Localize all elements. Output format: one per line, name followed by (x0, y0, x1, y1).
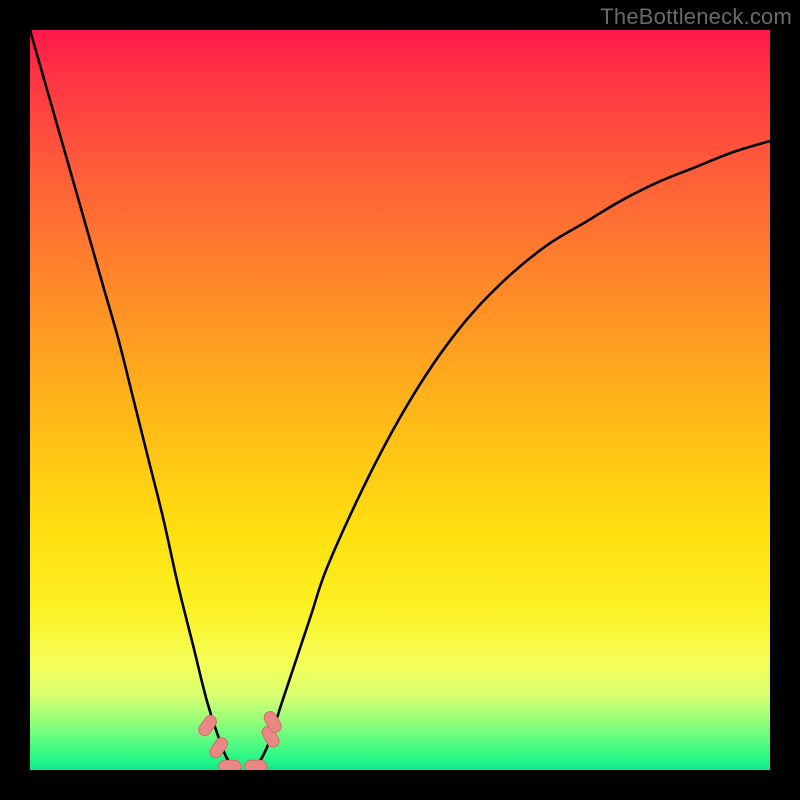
watermark-text: TheBottleneck.com (600, 4, 792, 30)
curve-marker (245, 760, 267, 770)
curve-marker (262, 709, 283, 734)
chart-frame: TheBottleneck.com (0, 0, 800, 800)
curve-marker (207, 735, 229, 760)
curve-marker (219, 760, 241, 770)
curve-marker (196, 713, 218, 738)
plot-area (30, 30, 770, 770)
bottleneck-curve (30, 30, 770, 770)
markers-group (196, 709, 283, 770)
chart-svg (30, 30, 770, 770)
curve-marker (260, 724, 281, 749)
